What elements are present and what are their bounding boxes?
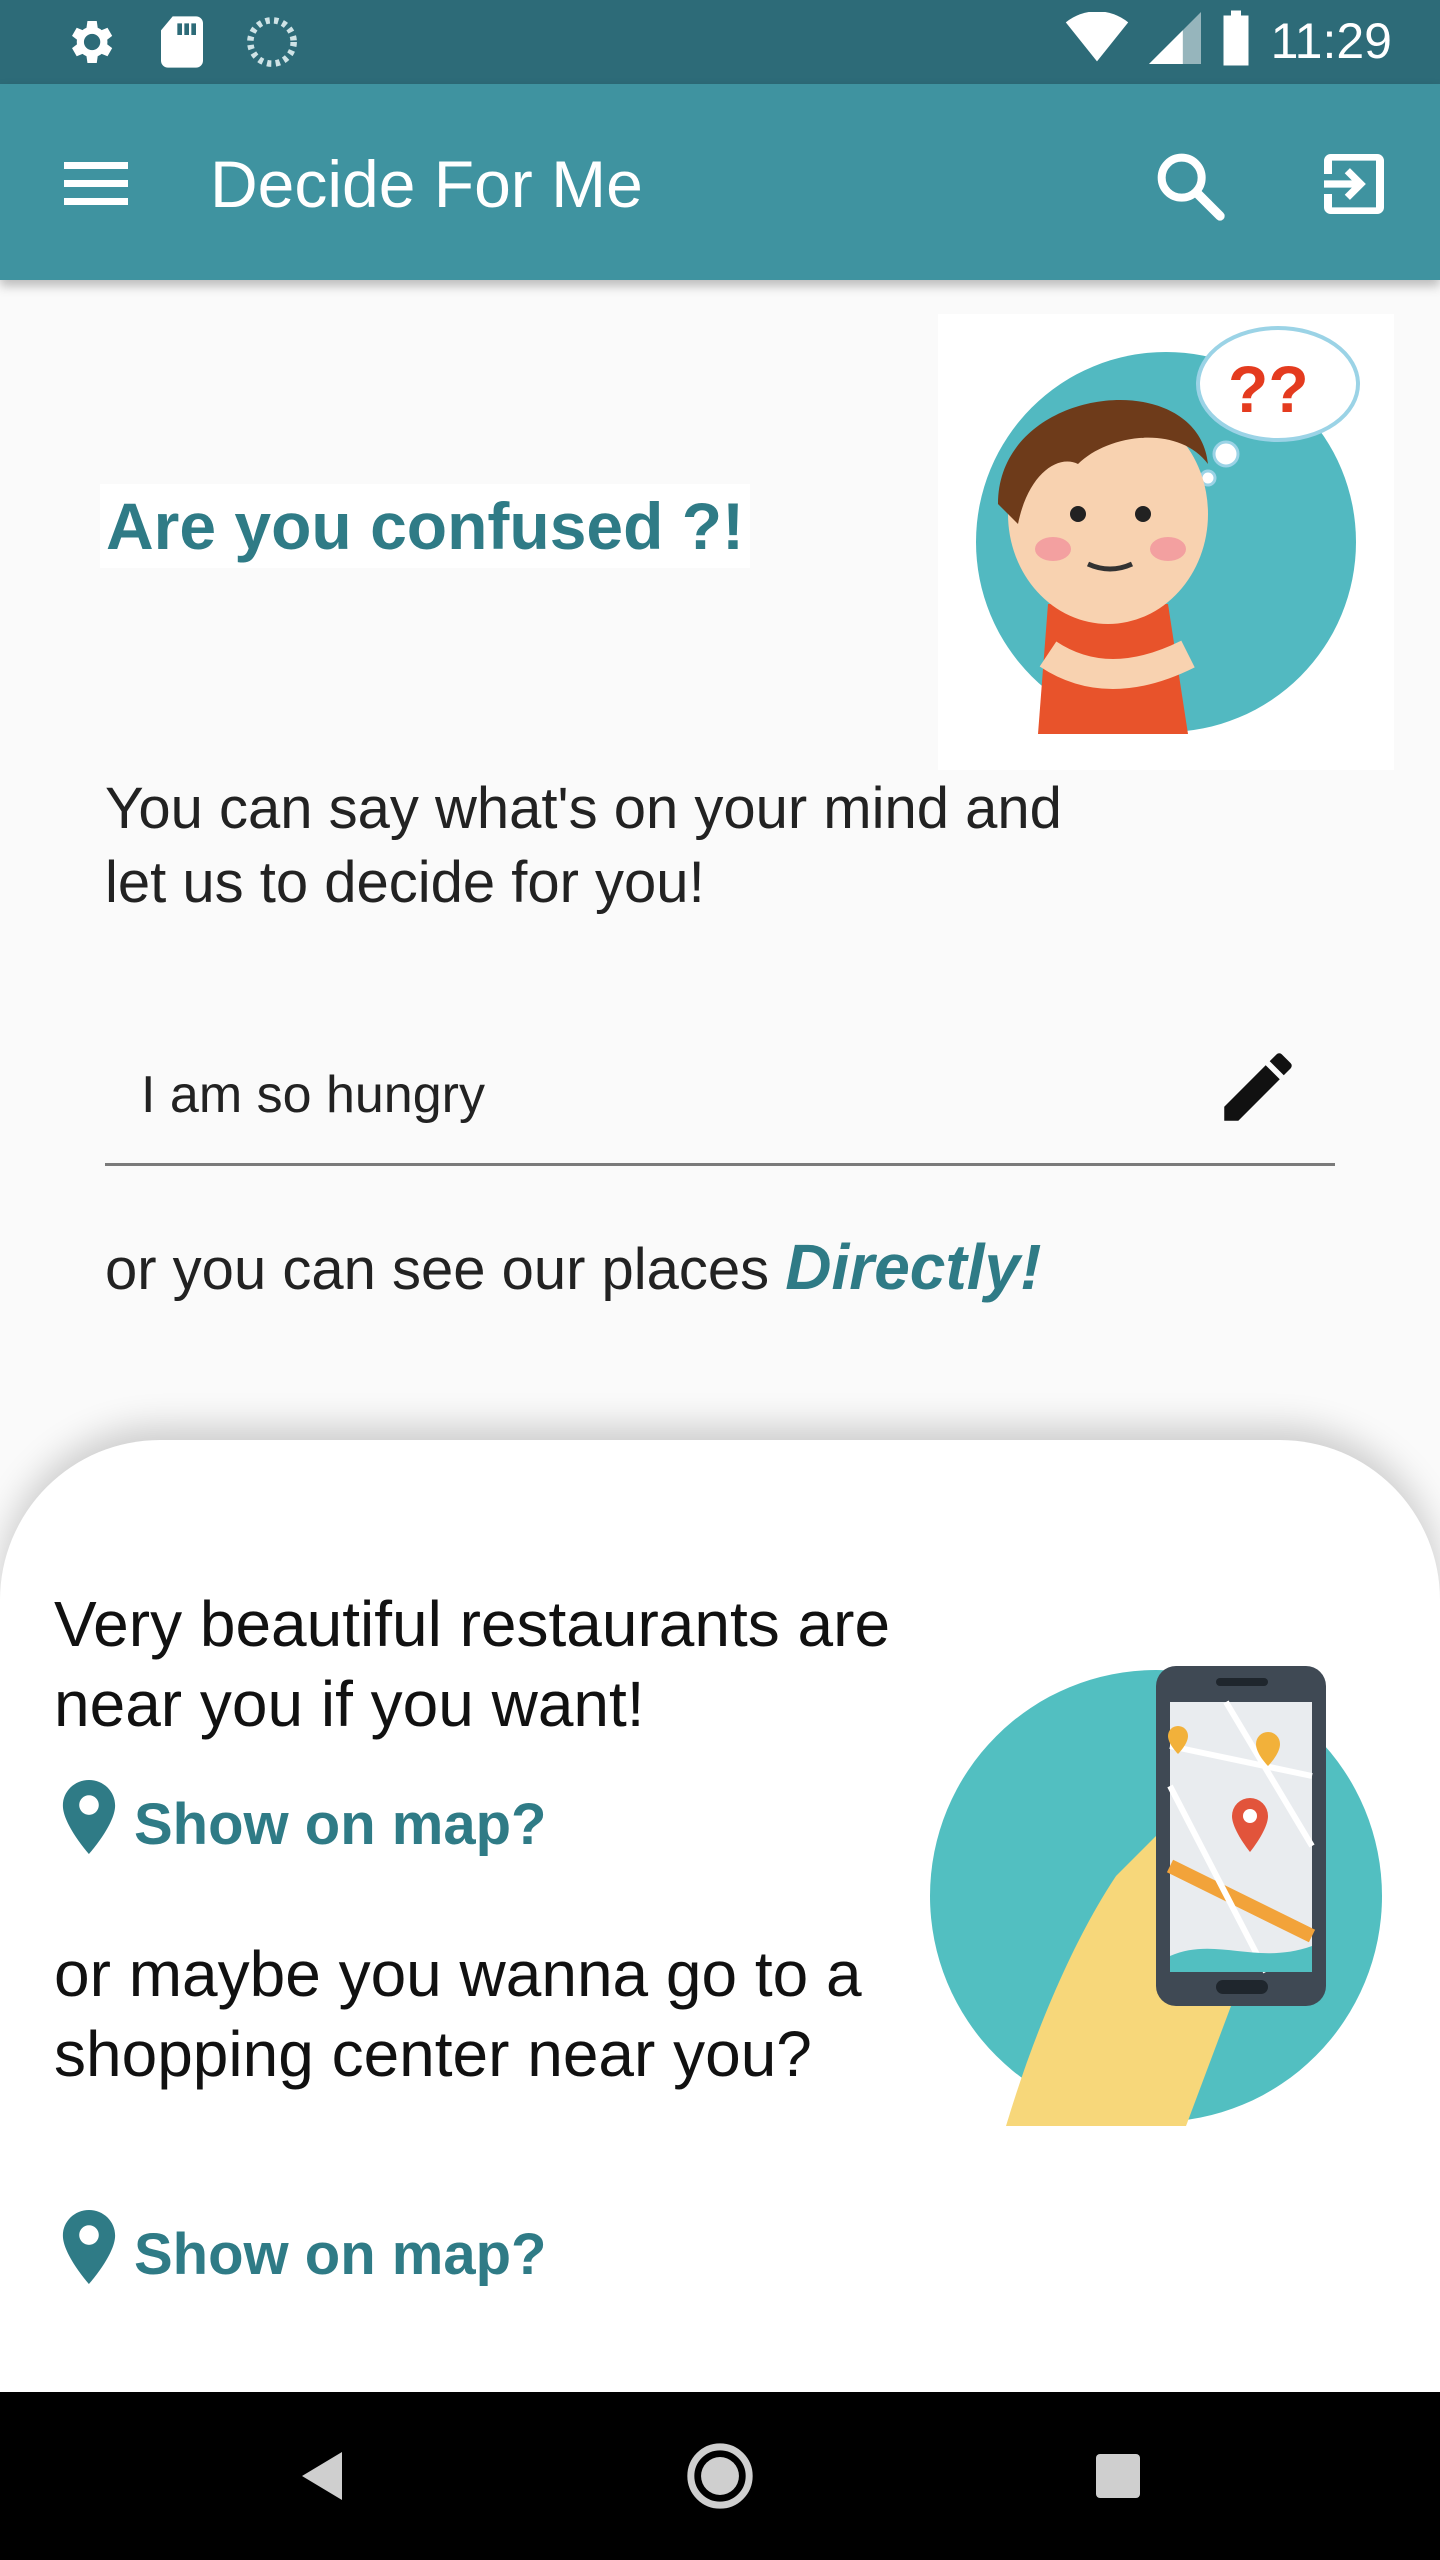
shopping-text: or maybe you wanna go to a shopping cent… [54,1938,862,2090]
sd-card-icon [158,14,206,75]
app-title: Decide For Me [210,147,643,221]
battery-icon [1221,10,1251,71]
exit-button[interactable] [1314,144,1394,224]
app-bar: Decide For Me [0,84,1440,280]
menu-icon [62,162,132,216]
pencil-icon [1213,1053,1303,1136]
settings-icon [62,14,118,75]
mind-input-container [105,1020,1335,1166]
back-icon [298,2449,346,2508]
signal-icon [1148,12,1201,69]
system-nav-bar [0,2392,1440,2560]
shopping-show-map-label: Show on map? [134,2221,547,2287]
restaurants-show-map-button[interactable]: Show on map? [62,1780,546,1868]
location-pin-icon [62,1780,116,1868]
directly-line: or you can see our places Directly! [105,1230,1041,1304]
home-button[interactable] [672,2430,768,2526]
confused-boy-illustration: ?? [938,314,1394,770]
restaurants-text: Very beautiful restaurants are near you … [54,1588,891,1740]
svg-text:??: ?? [1228,352,1309,426]
mind-input[interactable] [141,1050,1161,1140]
home-icon [685,2441,755,2516]
page-heading: Are you confused ?! [100,484,751,568]
directly-prefix: or you can see our places [105,1237,786,1302]
status-right-icons: 11:29 [1065,10,1392,71]
menu-button[interactable] [62,156,132,212]
phone-map-illustration [926,1666,1386,2126]
status-left-icons [62,14,298,75]
search-button[interactable] [1150,146,1230,226]
sync-icon [246,16,298,73]
search-icon [1150,153,1230,230]
status-bar: 11:29 [0,0,1440,84]
status-time: 11:29 [1270,12,1392,69]
directly-link[interactable]: Directly! [785,1231,1041,1303]
exit-icon [1314,154,1394,228]
recents-button[interactable] [1070,2430,1166,2526]
shopping-show-map-button[interactable]: Show on map? [62,2210,546,2298]
restaurants-show-map-label: Show on map? [134,1791,547,1857]
bottom-sheet: Very beautiful restaurants are near you … [0,1440,1440,2392]
wifi-icon [1065,11,1129,69]
recents-icon [1094,2452,1142,2505]
edit-button[interactable] [1213,1042,1303,1132]
intro-text: You can say what's on your mind and let … [105,776,1062,915]
back-button[interactable] [274,2430,370,2526]
location-pin-icon [62,2210,116,2298]
